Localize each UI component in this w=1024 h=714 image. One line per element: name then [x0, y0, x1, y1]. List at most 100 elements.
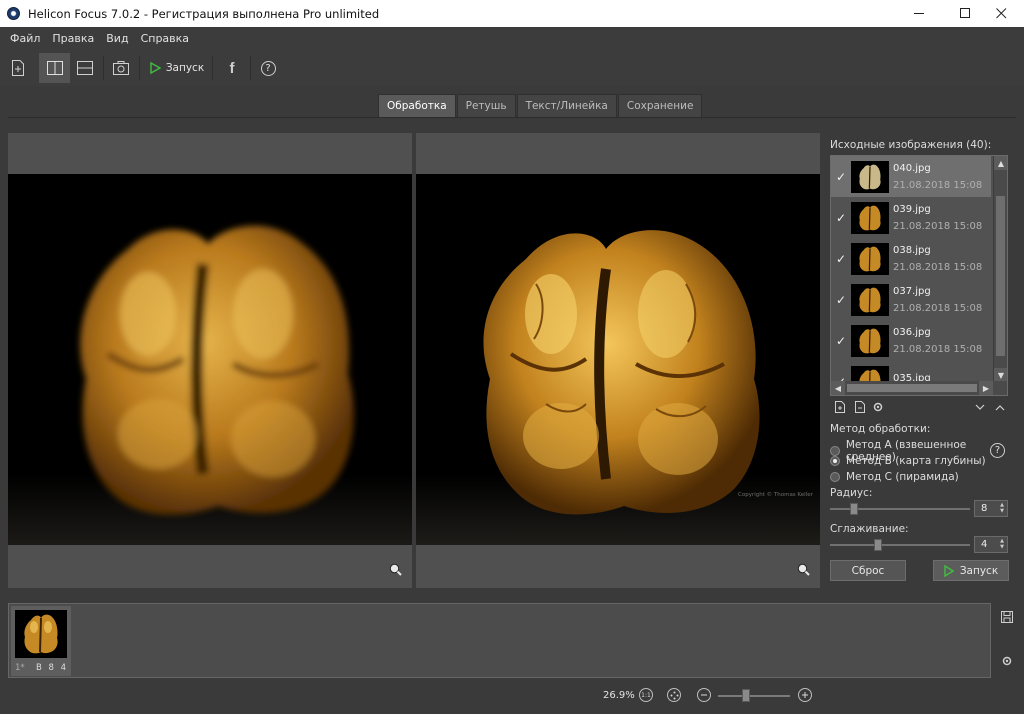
file-checkbox[interactable]: ✓: [834, 334, 848, 348]
file-checkbox[interactable]: ✓: [834, 170, 848, 184]
reset-button[interactable]: Сброс: [830, 560, 906, 581]
tab-processing[interactable]: Обработка: [378, 94, 456, 117]
file-list-hscrollbar[interactable]: ◀ ▶: [831, 381, 1007, 395]
toolbar-run-button[interactable]: Запуск: [146, 53, 208, 83]
file-name: 038.jpg: [893, 244, 931, 256]
method-c-option[interactable]: Метод С (пирамида): [830, 471, 959, 483]
result-zoom-button[interactable]: [797, 563, 810, 579]
toolbar-divider: [103, 56, 104, 80]
file-list-item[interactable]: ✓ 036.jpg 21.08.2018 15:08: [831, 320, 991, 361]
camera-icon: [113, 61, 129, 75]
add-images-button[interactable]: [4, 53, 32, 83]
toolbar-divider: [250, 56, 251, 80]
source-zoom-button[interactable]: [389, 563, 402, 579]
tabs-divider: [8, 117, 1016, 118]
method-b-radio[interactable]: [830, 456, 840, 466]
result-thumbnail-image: [15, 610, 67, 658]
split-horizontal-icon: [77, 61, 93, 75]
toolbar-help-button[interactable]: ?: [254, 53, 282, 83]
toolbar-divider: [139, 56, 140, 80]
status-bar: 26.9% 1:1: [0, 683, 1024, 714]
layout-side-by-side-button[interactable]: [39, 53, 70, 83]
camera-button[interactable]: [107, 53, 135, 83]
file-thumbnail: [851, 160, 889, 193]
play-icon: [150, 62, 161, 74]
file-list-item[interactable]: ✓ 037.jpg 21.08.2018 15:08: [831, 279, 991, 320]
method-b-option[interactable]: Метод B (карта глубины): [830, 455, 986, 467]
tab-text-ruler[interactable]: Текст/Линейка: [516, 94, 617, 117]
add-file-list-button[interactable]: [834, 401, 846, 413]
menu-edit[interactable]: Правка: [46, 32, 100, 45]
zoom-out-button[interactable]: [697, 688, 711, 702]
result-options-button[interactable]: [1000, 654, 1014, 668]
chevron-down-icon: [975, 404, 985, 410]
run-button[interactable]: Запуск: [933, 560, 1009, 581]
file-checkbox[interactable]: ✓: [834, 293, 848, 307]
tab-saving[interactable]: Сохранение: [617, 94, 703, 117]
play-icon: [944, 564, 954, 577]
walnut-thumbnail: [859, 246, 881, 271]
menu-help[interactable]: Справка: [135, 32, 195, 45]
watermark-text: Copyright © Thomas Keller: [738, 491, 814, 498]
file-date: 21.08.2018 15:08: [893, 220, 983, 232]
split-vertical-icon: [46, 61, 63, 75]
move-down-button[interactable]: [974, 401, 986, 413]
menu-file[interactable]: Файл: [4, 32, 46, 45]
smoothing-spinbox[interactable]: 4 ▲ ▼: [974, 536, 1008, 553]
smoothing-slider-handle[interactable]: [874, 539, 882, 551]
scroll-thumb[interactable]: [996, 196, 1005, 356]
radius-spinbox[interactable]: 8 ▲ ▼: [974, 500, 1008, 517]
spin-arrows-icon[interactable]: ▲ ▼: [998, 538, 1006, 551]
save-result-button[interactable]: [1000, 610, 1014, 624]
smoothing-slider[interactable]: [830, 544, 970, 546]
magnifier-icon: [389, 563, 402, 576]
scroll-right-icon[interactable]: ▶: [979, 381, 993, 395]
source-file-list[interactable]: ✓ 040.jpg 21.08.2018 15:08 ✓ 039.jpg 21.08.20…: [830, 155, 1008, 396]
method-help-button[interactable]: ?: [990, 443, 1005, 458]
scroll-up-icon[interactable]: ▲: [994, 156, 1007, 170]
layout-stacked-button[interactable]: [71, 53, 99, 83]
zoom-level: 26.9%: [603, 690, 635, 701]
scroll-down-icon[interactable]: ▼: [994, 368, 1007, 382]
save-icon: [1001, 611, 1013, 623]
file-list-item[interactable]: ✓ 040.jpg 21.08.2018 15:08: [831, 156, 991, 197]
zoom-slider[interactable]: [718, 695, 790, 697]
spin-arrows-icon[interactable]: ▲ ▼: [998, 502, 1006, 515]
file-date: 21.08.2018 15:08: [893, 179, 983, 191]
result-preview-panel[interactable]: Copyright © Thomas Keller: [416, 133, 820, 588]
zoom-actual-size-button[interactable]: 1:1: [639, 688, 653, 702]
source-preview-panel[interactable]: [8, 133, 412, 588]
remove-file-button[interactable]: [854, 401, 866, 413]
radius-slider-handle[interactable]: [850, 503, 858, 515]
file-list-vscrollbar[interactable]: ▲ ▼: [993, 156, 1007, 382]
close-button[interactable]: [978, 0, 1024, 27]
minimize-button[interactable]: [896, 0, 942, 27]
scroll-left-icon[interactable]: ◀: [831, 381, 845, 395]
file-name: 036.jpg: [893, 326, 931, 338]
scroll-thumb[interactable]: [847, 384, 977, 392]
method-b-label: Метод B (карта глубины): [846, 455, 986, 467]
move-up-button[interactable]: [994, 401, 1006, 413]
menu-view[interactable]: Вид: [100, 32, 134, 45]
source-images-title: Исходные изображения (40):: [830, 139, 992, 151]
file-options-button[interactable]: [872, 401, 884, 413]
walnut-thumbnail: [24, 614, 58, 654]
result-thumbnail[interactable]: 1* B 8 4: [11, 606, 71, 676]
zoom-in-button[interactable]: [798, 688, 812, 702]
gear-icon: [873, 402, 883, 412]
maximize-icon: [959, 8, 970, 18]
method-c-radio[interactable]: [830, 472, 840, 482]
zoom-slider-handle[interactable]: [742, 689, 750, 702]
file-list-item[interactable]: ✓ 038.jpg 21.08.2018 15:08: [831, 238, 991, 279]
radius-label: Радиус:: [830, 487, 873, 499]
fit-screen-icon: [670, 691, 678, 699]
file-checkbox[interactable]: ✓: [834, 211, 848, 225]
tab-retouch[interactable]: Ретушь: [456, 94, 516, 117]
zoom-fit-button[interactable]: [667, 688, 681, 702]
facebook-button[interactable]: f: [218, 53, 246, 83]
file-checkbox[interactable]: ✓: [834, 252, 848, 266]
close-icon: [995, 8, 1006, 19]
file-list-item[interactable]: ✓ 039.jpg 21.08.2018 15:08: [831, 197, 991, 238]
minus-icon: [701, 694, 707, 696]
result-image: Copyright © Thomas Keller: [416, 174, 820, 545]
